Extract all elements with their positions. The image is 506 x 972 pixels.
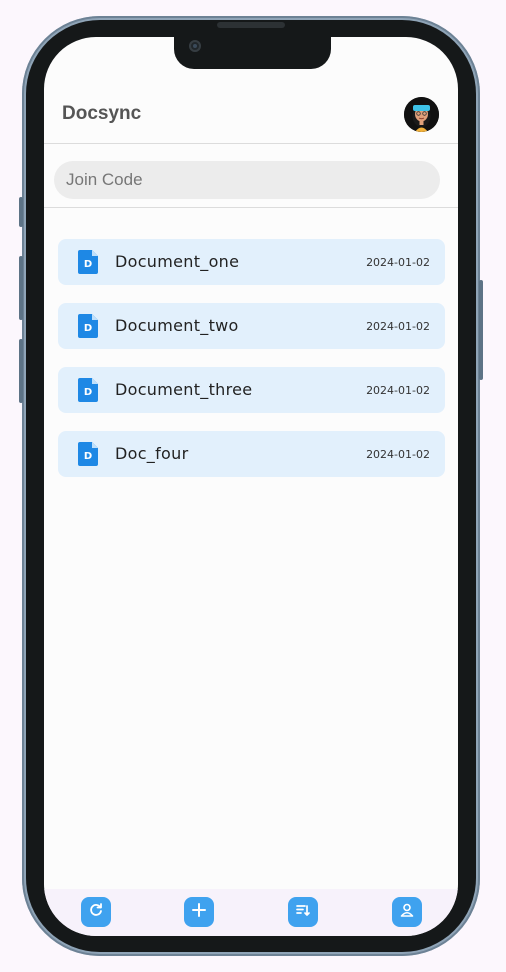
svg-text:D: D [84, 323, 92, 334]
document-item[interactable]: D Document_three 2024-01-02 [58, 367, 445, 413]
svg-text:D: D [84, 451, 92, 462]
document-item[interactable]: D Document_one 2024-01-02 [58, 239, 445, 285]
document-file-icon: D [78, 314, 98, 338]
refresh-button[interactable] [81, 897, 111, 927]
document-file-icon: D [78, 250, 98, 274]
join-code-section [44, 144, 458, 208]
profile-icon [399, 902, 415, 922]
add-document-button[interactable] [184, 897, 214, 927]
document-list: D Document_one 2024-01-02 D Document_two 2024… [58, 239, 445, 495]
join-code-input[interactable] [54, 161, 440, 199]
phone-mute-switch [19, 197, 23, 227]
document-date: 2024-01-02 [366, 448, 430, 461]
app-title: Docsync [62, 103, 142, 124]
add-icon [191, 902, 207, 922]
document-file-icon: D [78, 442, 98, 466]
sort-button[interactable] [288, 897, 318, 927]
phone-camera [189, 40, 201, 52]
bottom-nav-bar [44, 889, 458, 936]
document-item[interactable]: D Doc_four 2024-01-02 [58, 431, 445, 477]
phone-volume-down [19, 339, 23, 403]
svg-text:D: D [84, 387, 92, 398]
document-name: Document_three [115, 380, 253, 399]
document-date: 2024-01-02 [366, 384, 430, 397]
app-screen: Docsync D Document_one 2024-01-02 D Document… [44, 37, 458, 936]
app-header: Docsync [44, 93, 458, 144]
document-name: Doc_four [115, 444, 189, 463]
document-item[interactable]: D Document_two 2024-01-02 [58, 303, 445, 349]
svg-text:D: D [84, 259, 92, 270]
sort-icon [295, 902, 311, 922]
refresh-icon [88, 902, 104, 922]
document-name: Document_one [115, 252, 240, 271]
document-name: Document_two [115, 316, 239, 335]
phone-speaker [217, 22, 285, 28]
profile-button[interactable] [392, 897, 422, 927]
document-file-icon: D [78, 378, 98, 402]
phone-power-button [479, 280, 483, 380]
phone-volume-up [19, 256, 23, 320]
document-date: 2024-01-02 [366, 320, 430, 333]
avatar[interactable] [404, 97, 439, 132]
document-date: 2024-01-02 [366, 256, 430, 269]
